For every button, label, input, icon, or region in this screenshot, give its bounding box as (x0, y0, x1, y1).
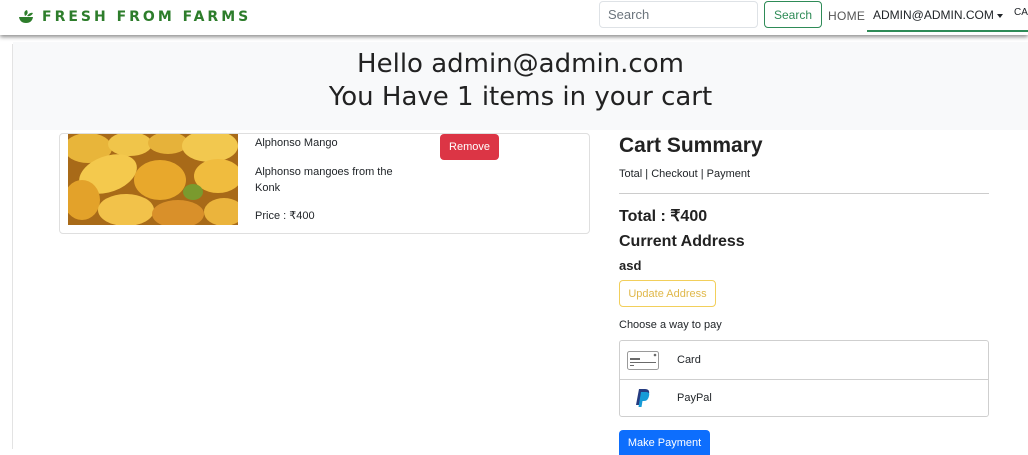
brand[interactable]: FRESH FROM FARMS (18, 9, 251, 25)
greeting-banner: Hello admin@admin.com You Have 1 items i… (13, 42, 1028, 130)
navbar: FRESH FROM FARMS Search HOME ADMIN@ADMIN… (0, 0, 1028, 35)
payment-option-card-label: Card (677, 354, 701, 366)
update-address-button[interactable]: Update Address (619, 280, 716, 307)
make-payment-button[interactable]: Make Payment (619, 430, 710, 455)
nav-home-link[interactable]: HOME (828, 9, 865, 23)
cart-item-card: Alphonso Mango Alphonso mangoes from the… (59, 133, 590, 234)
greeting-title: Hello admin@admin.com You Have 1 items i… (13, 42, 1028, 114)
remove-item-button[interactable]: Remove (440, 134, 499, 160)
item-name: Alphonso Mango (255, 137, 338, 149)
address-heading: Current Address (619, 233, 745, 250)
brand-name: FRESH FROM FARMS (42, 9, 252, 25)
user-menu-label: ADMIN@ADMIN.COM (873, 8, 994, 22)
caret-down-icon (996, 13, 1003, 18)
search-button[interactable]: Search (764, 1, 822, 28)
payment-option-paypal-label: PayPal (677, 392, 712, 404)
payment-options: Card PayPal (619, 340, 989, 417)
payment-option-card[interactable]: Card (620, 341, 988, 380)
cart-summary-title: Cart Summary (619, 134, 763, 157)
user-menu-dropdown[interactable]: ADMIN@ADMIN.COM (867, 0, 1008, 32)
checkout-steps: Total | Checkout | Payment (619, 168, 751, 180)
item-description: Alphonso mangoes from the Konk (255, 166, 393, 194)
paypal-icon (636, 389, 650, 407)
nav-cart-link[interactable]: CA (1014, 7, 1028, 18)
summary-divider (619, 193, 989, 194)
item-price: Price : ₹400 (255, 210, 315, 222)
greeting-line-1: Hello admin@admin.com (357, 49, 684, 79)
mango-photo (68, 134, 238, 225)
nav-active-underline (1008, 30, 1028, 32)
address-value: asd (619, 258, 642, 273)
bowl-leaf-icon (19, 10, 33, 23)
cart-total: Total : ₹400 (619, 208, 708, 225)
credit-card-icon (627, 351, 659, 370)
payment-option-paypal[interactable]: PayPal (620, 379, 988, 417)
greeting-line-2: You Have 1 items in your cart (328, 82, 713, 112)
payment-method-label: Choose a way to pay (619, 319, 722, 331)
search-input[interactable] (599, 1, 758, 28)
